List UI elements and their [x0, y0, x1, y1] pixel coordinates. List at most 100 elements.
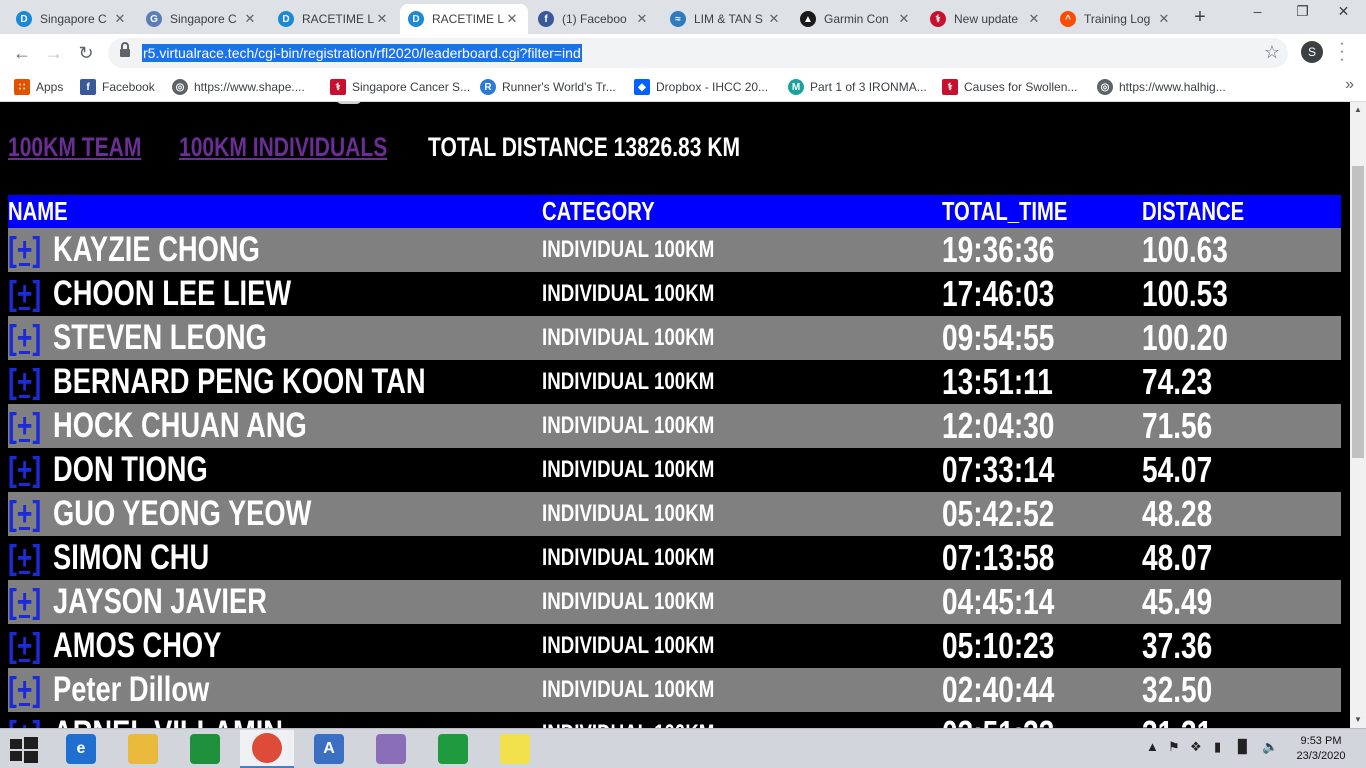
browser-tab[interactable]: ^ Training Log ✕: [1052, 4, 1180, 34]
individuals-link[interactable]: 100KM INDIVIDUALS: [179, 130, 387, 164]
browser-tab[interactable]: f (1) Faceboo ✕: [530, 4, 658, 34]
taskbar-app[interactable]: e: [54, 730, 108, 768]
table-row: [+] HOCK CHUAN ANG INDIVIDUAL 100KM 12:04:3…: [8, 404, 1341, 448]
runner-total-time: 13:51:11: [942, 361, 1053, 402]
bookmark-item[interactable]: ⚕ Causes for Swollen...: [942, 78, 1077, 96]
browser-tab[interactable]: ⚕ New update ✕: [922, 4, 1050, 34]
minimize-icon[interactable]: –: [1235, 0, 1280, 30]
close-tab-icon[interactable]: ✕: [374, 11, 390, 27]
team-link[interactable]: 100KM TEAM: [8, 130, 141, 164]
close-tab-icon[interactable]: ✕: [112, 11, 128, 27]
expand-row-link[interactable]: [+]: [8, 272, 41, 316]
taskbar-app[interactable]: [178, 730, 232, 768]
volume-icon[interactable]: 🔈: [1262, 739, 1278, 755]
browser-tab[interactable]: ▲ Garmin Con ✕: [792, 4, 920, 34]
bookmark-label: Facebook: [102, 80, 155, 94]
new-tab-icon[interactable]: +: [1189, 6, 1211, 28]
close-window-icon[interactable]: ✕: [1321, 0, 1366, 30]
taskbar-app[interactable]: [240, 730, 294, 768]
address-bar[interactable]: r5.virtualrace.tech/cgi-bin/registration…: [108, 38, 1288, 68]
expand-row-link[interactable]: [+]: [8, 580, 41, 624]
close-tab-icon[interactable]: ✕: [1026, 11, 1042, 27]
taskbar-app[interactable]: A: [302, 730, 356, 768]
close-tab-icon[interactable]: ✕: [1156, 11, 1172, 27]
taskbar-app[interactable]: [426, 730, 480, 768]
scrollbar-thumb[interactable]: [1352, 166, 1364, 458]
url-text[interactable]: r5.virtualrace.tech/cgi-bin/registration…: [142, 44, 582, 62]
expand-row-link[interactable]: [+]: [8, 360, 41, 404]
close-tab-icon[interactable]: ✕: [504, 11, 520, 27]
racetime-d-icon: D: [16, 11, 32, 27]
cancer-society-icon: ⚕: [930, 11, 946, 27]
taskbar-app[interactable]: [116, 730, 170, 768]
chrome-icon: [252, 733, 282, 763]
bookmark-item[interactable]: ∷ Apps: [14, 78, 63, 96]
browser-tab[interactable]: ≈ LIM & TAN S ✕: [662, 4, 790, 34]
taskbar-app[interactable]: [488, 730, 542, 768]
expand-row-link[interactable]: [+]: [8, 668, 41, 712]
runner-name: AMOS CHOY: [53, 626, 222, 665]
expand-row-link[interactable]: [+]: [8, 448, 41, 492]
reload-icon[interactable]: ↻: [74, 42, 98, 66]
bookmark-item[interactable]: ◎ https://www.shape....: [172, 78, 305, 96]
browser-tab[interactable]: D RACETIME L ✕: [400, 4, 528, 34]
bookmark-item[interactable]: ◆ Dropbox - IHCC 20...: [634, 78, 768, 96]
close-tab-icon[interactable]: ✕: [634, 11, 650, 27]
close-tab-icon[interactable]: ✕: [896, 11, 912, 27]
scroll-up-icon[interactable]: ▲: [1350, 102, 1366, 118]
bookmark-item[interactable]: ⚕ Singapore Cancer S...: [330, 78, 470, 96]
bookmark-item[interactable]: M Part 1 of 3 IRONMA...: [788, 78, 927, 96]
show-hidden-icons-icon[interactable]: ▲: [1146, 739, 1159, 754]
bookmark-item[interactable]: ◎ https://www.halhig...: [1097, 78, 1226, 96]
bookmark-star-icon[interactable]: ☆: [1264, 42, 1280, 63]
expand-row-link[interactable]: [+]: [8, 228, 41, 272]
runner-distance: 48.28: [1142, 493, 1213, 534]
tab-title: RACETIME L: [432, 12, 504, 26]
runner-category: INDIVIDUAL 100KM: [542, 676, 715, 703]
system-clock[interactable]: 9:53 PM 23/3/2020: [1290, 734, 1352, 764]
profile-avatar[interactable]: S: [1301, 41, 1323, 63]
lock-icon[interactable]: [120, 42, 130, 58]
tab-title: (1) Faceboo: [562, 12, 627, 26]
header-total-time: TOTAL_TIME: [942, 196, 1068, 226]
browser-tab[interactable]: D Singapore C ✕: [8, 4, 136, 34]
windows-taskbar: ▲ ⚑ ❖ ▮ ▉ 🔈 9:53 PM 23/3/2020 e A: [0, 728, 1366, 768]
runner-name: GUO YEONG YEOW: [53, 494, 312, 533]
more-bookmarks-icon[interactable]: »: [1345, 76, 1354, 94]
bookmark-item[interactable]: R Runner's World's Tr...: [480, 78, 616, 96]
windows-start-icon[interactable]: [10, 737, 38, 763]
battery-icon[interactable]: ▮: [1214, 739, 1221, 755]
browser-tab[interactable]: D RACETIME L ✕: [270, 4, 398, 34]
tab-title: LIM & TAN S: [694, 12, 763, 26]
expand-row-link[interactable]: [+]: [8, 536, 41, 580]
taskbar-app[interactable]: [364, 730, 418, 768]
maximize-icon[interactable]: ❐: [1280, 0, 1325, 30]
runner-name: BERNARD PENG KOON TAN: [53, 362, 426, 401]
dropbox-tray-icon[interactable]: ❖: [1190, 739, 1202, 755]
expand-row-link[interactable]: [+]: [8, 404, 41, 448]
scroll-down-icon[interactable]: ▼: [1350, 712, 1366, 728]
runner-category: INDIVIDUAL 100KM: [542, 236, 715, 263]
flag-icon[interactable]: ⚑: [1168, 739, 1180, 755]
runner-distance: 45.49: [1142, 581, 1213, 622]
sticky-notes-icon: [500, 734, 530, 764]
browser-menu-icon[interactable]: · · ·: [1337, 36, 1347, 68]
close-tab-icon[interactable]: ✕: [766, 11, 782, 27]
table-row: [+] STEVEN LEONG INDIVIDUAL 100KM 09:54:55 1…: [8, 316, 1341, 360]
close-tab-icon[interactable]: ✕: [242, 11, 258, 27]
bookmark-item[interactable]: f Facebook: [80, 78, 155, 96]
expand-row-link[interactable]: [+]: [8, 624, 41, 668]
expand-row-link[interactable]: [+]: [8, 712, 41, 728]
network-signal-icon[interactable]: ▉: [1238, 739, 1248, 755]
strava-icon: ^: [1060, 11, 1076, 27]
expand-row-link[interactable]: [+]: [8, 492, 41, 536]
expand-row-link[interactable]: [+]: [8, 316, 41, 360]
back-icon[interactable]: ←: [10, 42, 34, 66]
clock-time: 9:53 PM: [1300, 735, 1342, 747]
forward-icon[interactable]: →: [42, 42, 66, 66]
cancer-society-icon: ⚕: [942, 79, 958, 95]
page-scrollbar[interactable]: ▲ ▼: [1350, 102, 1366, 728]
file-explorer-icon: [128, 734, 158, 764]
runner-total-time: 03:51:33: [942, 712, 1054, 728]
browser-tab[interactable]: G Singapore C ✕: [138, 4, 266, 34]
